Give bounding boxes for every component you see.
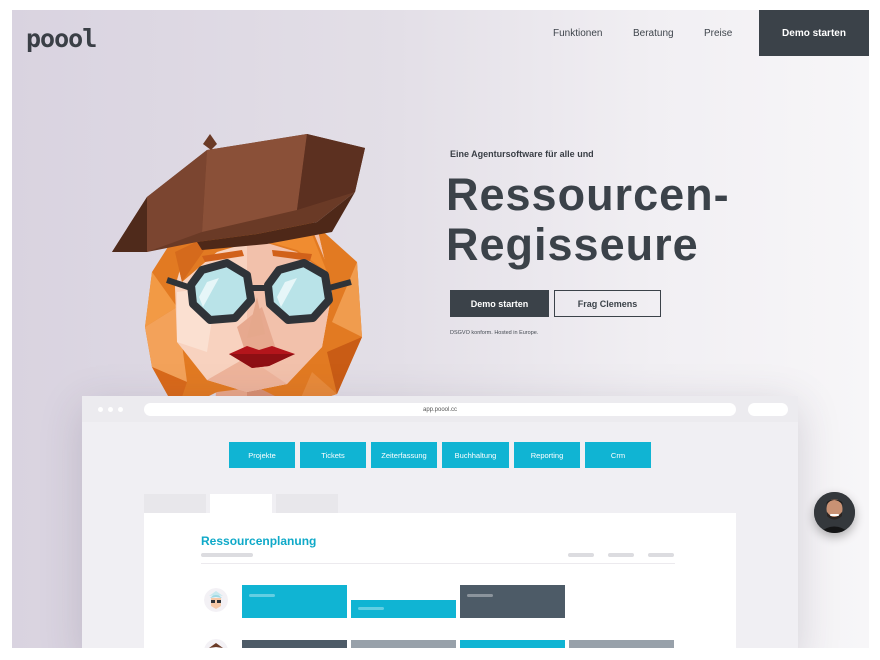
- app-tab-zeiterfassung[interactable]: Zeiterfassung: [371, 442, 437, 468]
- resource-bar[interactable]: [351, 600, 456, 618]
- browser-toolbar: app.poool.cc: [82, 396, 798, 422]
- filter-placeholder[interactable]: [568, 553, 594, 557]
- filter-placeholder[interactable]: [608, 553, 634, 557]
- person-icon: [814, 492, 855, 533]
- window-dot-icon: [118, 407, 123, 412]
- pane-tab-active[interactable]: [210, 494, 272, 514]
- resource-bar[interactable]: [242, 640, 347, 648]
- resource-planning-panel: Ressourcenplanung: [144, 513, 736, 648]
- character-illustration: [112, 134, 365, 422]
- nav-link-funktionen[interactable]: Funktionen: [553, 28, 602, 39]
- pane-title: Ressourcenplanung: [201, 534, 317, 548]
- ask-clemens-button[interactable]: Frag Clemens: [554, 290, 661, 317]
- nav-link-preise[interactable]: Preise: [704, 28, 732, 39]
- filter-placeholder[interactable]: [648, 553, 674, 557]
- app-preview-window: app.poool.cc Projekte Tickets Zeiterfass…: [82, 396, 798, 648]
- team-member-avatar: [204, 639, 228, 648]
- app-tab-reporting[interactable]: Reporting: [514, 442, 580, 468]
- logo[interactable]: poool: [26, 24, 97, 53]
- app-tab-buchhaltung[interactable]: Buchhaltung: [442, 442, 509, 468]
- browser-side-field: [748, 403, 788, 416]
- hero-headline-line2: Regisseure: [446, 219, 699, 270]
- app-tab-projekte[interactable]: Projekte: [229, 442, 295, 468]
- resource-bar[interactable]: [460, 585, 565, 618]
- nav-link-beratung[interactable]: Beratung: [633, 28, 674, 39]
- resource-bar[interactable]: [242, 585, 347, 618]
- demo-start-button[interactable]: Demo starten: [450, 290, 549, 317]
- app-tab-tickets[interactable]: Tickets: [300, 442, 366, 468]
- resource-bar[interactable]: [569, 640, 674, 648]
- resource-bar[interactable]: [460, 640, 565, 648]
- hero-tagline: Eine Agentursoftware für alle und: [450, 149, 594, 159]
- chat-support-avatar-icon[interactable]: [814, 492, 855, 533]
- resource-bar[interactable]: [351, 640, 456, 648]
- team-member-avatar: [204, 588, 228, 612]
- hero-headline-line1: Ressourcen-: [446, 169, 730, 220]
- url-bar[interactable]: app.poool.cc: [144, 403, 736, 416]
- divider: [201, 563, 675, 564]
- page: poool Funktionen Beratung Preise Demo st…: [12, 10, 869, 648]
- pane-tab[interactable]: [144, 494, 206, 514]
- hero-headline: Ressourcen- Regisseure: [446, 170, 730, 270]
- window-dot-icon: [98, 407, 103, 412]
- header-demo-button[interactable]: Demo starten: [759, 10, 869, 56]
- subtitle-placeholder: [201, 553, 253, 557]
- app-tab-crm[interactable]: Crm: [585, 442, 651, 468]
- window-dot-icon: [108, 407, 113, 412]
- gdpr-note: DSGVO konform. Hosted in Europe.: [450, 330, 539, 336]
- pane-tab[interactable]: [276, 494, 338, 514]
